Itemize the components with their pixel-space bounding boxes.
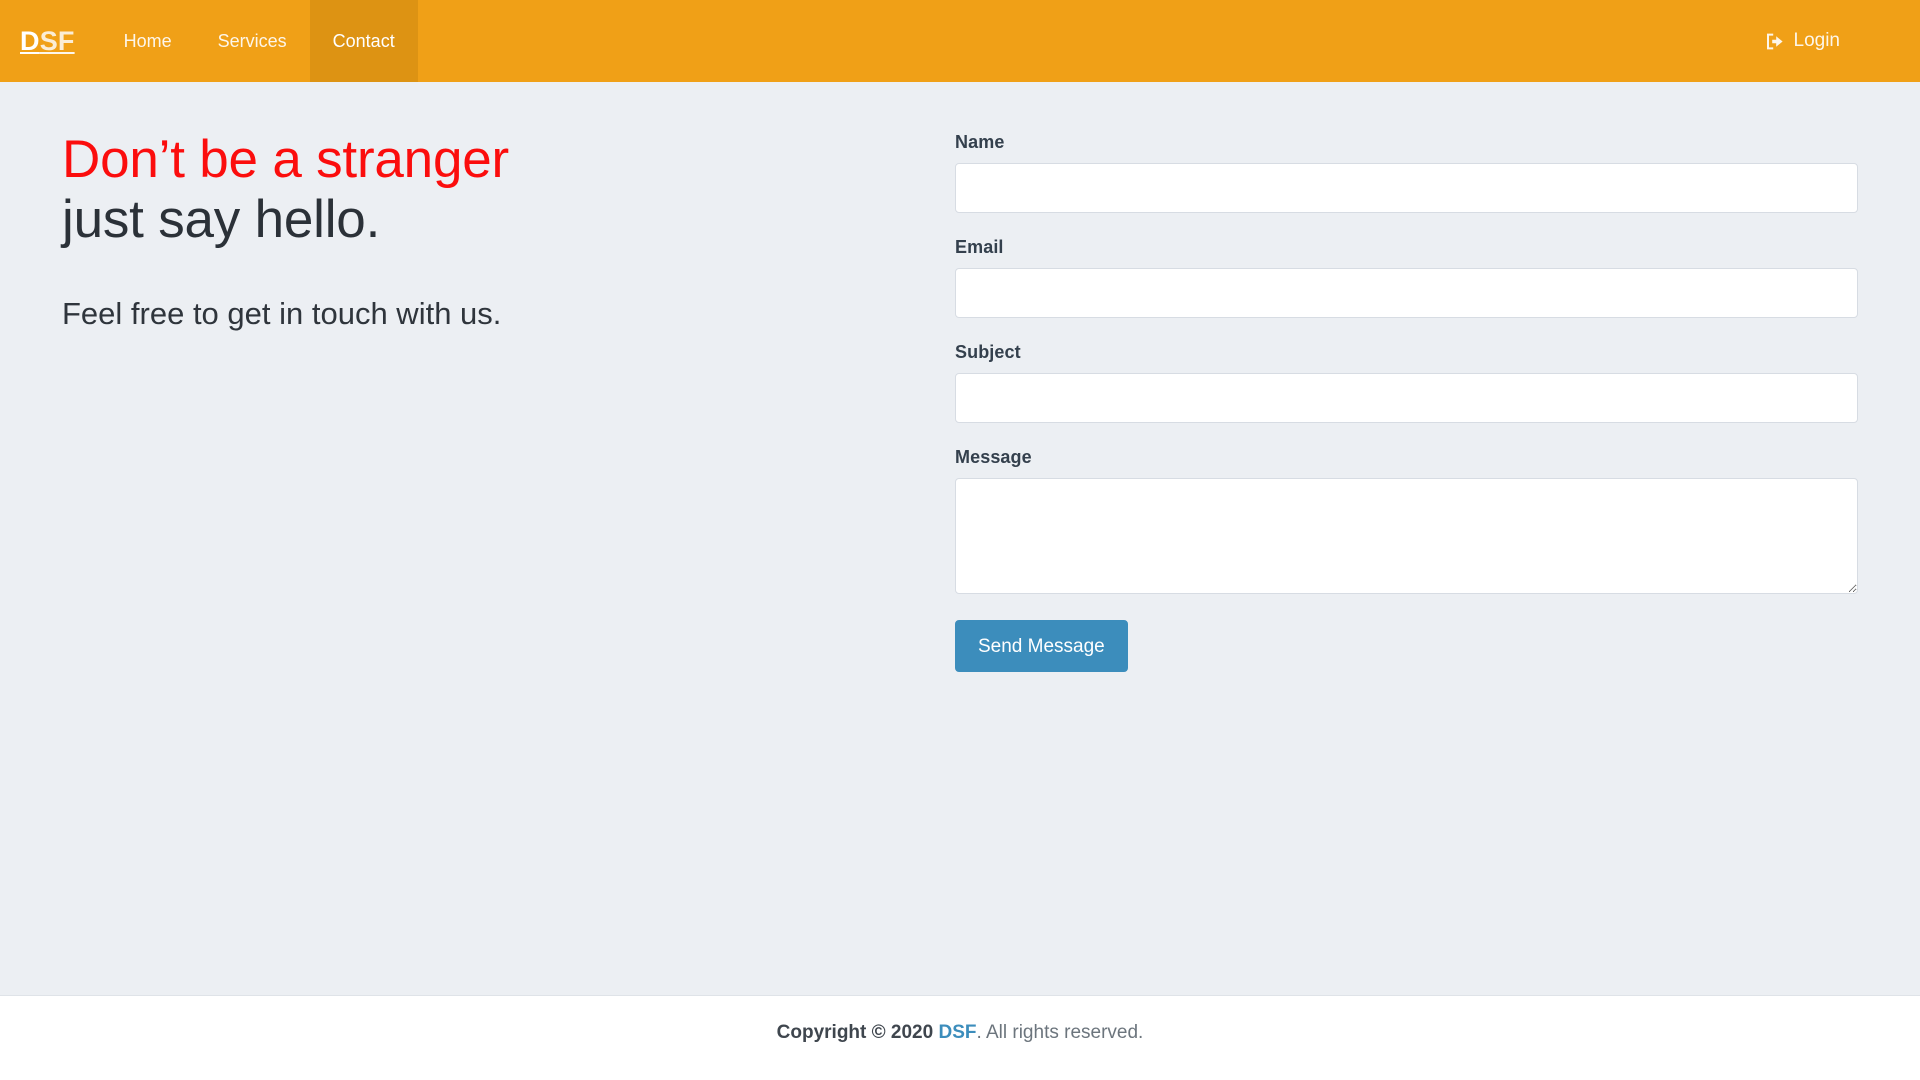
footer-brand: DSF (938, 1022, 977, 1043)
contact-form-section: Name Email Subject Message Send Message (955, 82, 1858, 672)
nav-list-item-contact: Contact (309, 0, 418, 82)
nav-links-list: Home Services Contact (101, 0, 418, 82)
name-label: Name (955, 132, 1005, 152)
subject-label: Subject (955, 342, 1021, 362)
sign-in-icon (1765, 32, 1785, 51)
nav-item-contact[interactable]: Contact (309, 0, 418, 82)
email-input[interactable] (955, 268, 1858, 318)
copyright-text: Copyright © 2020 DSF. All rights reserve… (777, 1022, 1144, 1044)
page-title: Don’t be a stranger just say hello. (62, 130, 955, 250)
message-label: Message (955, 447, 1032, 467)
content-container: Don’t be a stranger just say hello. Feel… (0, 82, 1920, 672)
nav-item-home[interactable]: Home (101, 0, 195, 82)
login-label: Login (1793, 30, 1841, 51)
hero-section: Don’t be a stranger just say hello. Feel… (62, 82, 955, 672)
form-group-subject: Subject (955, 342, 1858, 423)
login-link[interactable]: Login (1765, 30, 1841, 52)
message-textarea[interactable] (955, 478, 1858, 594)
main-content: Don’t be a stranger just say hello. Feel… (0, 82, 1920, 996)
brand-logo-part-2: SF (39, 25, 75, 56)
email-label: Email (955, 237, 1004, 257)
brand-logo-part-1: D (20, 25, 40, 56)
copyright-suffix: . All rights reserved. (976, 1022, 1144, 1043)
hero-subtext: Feel free to get in touch with us. (62, 295, 502, 331)
nav-list-item-services: Services (195, 0, 310, 82)
copyright-prefix: Copyright © 2020 (776, 1022, 939, 1043)
contact-form: Name Email Subject Message Send Message (955, 132, 1858, 672)
nav-item-services[interactable]: Services (195, 0, 310, 82)
form-group-email: Email (955, 237, 1858, 318)
brand-logo[interactable]: D SF (16, 0, 101, 82)
headline-line-1: Don’t be a stranger (62, 130, 509, 189)
top-navbar: D SF Home Services Contact Login (0, 0, 1920, 82)
form-group-message: Message (955, 447, 1858, 594)
send-message-button[interactable]: Send Message (955, 620, 1128, 672)
headline-line-2: just say hello. (62, 189, 381, 249)
navbar-left-group: D SF Home Services Contact (0, 0, 418, 82)
subject-input[interactable] (955, 373, 1858, 423)
form-group-name: Name (955, 132, 1858, 213)
nav-list-item-home: Home (101, 0, 195, 82)
page-footer: Copyright © 2020 DSF. All rights reserve… (0, 996, 1920, 1079)
navbar-right-group: Login (1765, 0, 1920, 82)
name-input[interactable] (955, 163, 1858, 213)
